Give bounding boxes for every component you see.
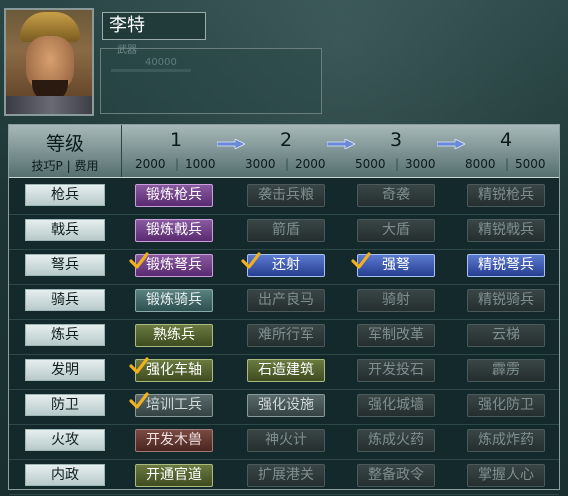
category-button[interactable]: 戟兵 bbox=[25, 219, 105, 241]
tier-cost: 3000 bbox=[405, 157, 436, 171]
tier-number: 4 bbox=[499, 129, 513, 151]
skill-button[interactable]: 扩展港关 bbox=[247, 464, 325, 487]
tier-number: 1 bbox=[169, 129, 183, 151]
tier-separator: | bbox=[175, 157, 180, 171]
tier-tech-points: 2000 bbox=[135, 157, 166, 171]
stats-panel: 武器 40000 bbox=[100, 45, 322, 114]
skill-button[interactable]: 精锐枪兵 bbox=[467, 184, 545, 207]
skill-button[interactable]: 石造建筑 bbox=[247, 359, 325, 382]
skill-button[interactable]: 大盾 bbox=[357, 219, 435, 242]
tech-row: 发明 强化车轴 石造建筑 开发投石 霹雳 bbox=[9, 354, 559, 390]
character-portrait bbox=[4, 8, 94, 116]
checkmark-icon bbox=[351, 252, 371, 269]
category-button[interactable]: 内政 bbox=[25, 464, 105, 486]
skill-button[interactable]: 强化设施 bbox=[247, 394, 325, 417]
tech-table: 等级 技巧P | 费用 1 2000 | 1000 2 3000 | 2000 3 5000 | 30… bbox=[8, 124, 560, 495]
tier-separator: | bbox=[395, 157, 400, 171]
skill-button[interactable]: 开通官道 bbox=[135, 464, 213, 487]
tech-row: 防卫 培训工兵 强化设施 强化城墙 强化防卫 bbox=[9, 389, 559, 425]
category-button[interactable]: 枪兵 bbox=[25, 184, 105, 206]
tech-row: 弩兵 锻炼弩兵 还射 强弩 精锐弩兵 bbox=[9, 249, 559, 285]
skill-button[interactable]: 强化城墙 bbox=[357, 394, 435, 417]
stats-bar bbox=[111, 69, 191, 72]
character-name: 李特 bbox=[102, 12, 206, 40]
tier-header-3: 3 5000 | 3000 bbox=[341, 125, 451, 177]
level-label: 等级 bbox=[45, 133, 84, 155]
category-button[interactable]: 炼兵 bbox=[25, 324, 105, 346]
tier-number: 2 bbox=[279, 129, 293, 151]
tier-header-4: 4 8000 | 5000 bbox=[451, 125, 561, 177]
skill-button[interactable]: 炼成炸药 bbox=[467, 429, 545, 452]
category-button[interactable]: 弩兵 bbox=[25, 254, 105, 276]
skill-button[interactable]: 掌握人心 bbox=[467, 464, 545, 487]
skill-button[interactable]: 袭击兵粮 bbox=[247, 184, 325, 207]
stats-value: 40000 bbox=[145, 57, 177, 68]
skill-button[interactable]: 骑射 bbox=[357, 289, 435, 312]
skill-button[interactable]: 开发投石 bbox=[357, 359, 435, 382]
skill-button[interactable]: 云梯 bbox=[467, 324, 545, 347]
category-button[interactable]: 骑兵 bbox=[25, 289, 105, 311]
checkmark-icon bbox=[129, 252, 149, 269]
tech-row: 枪兵 锻炼枪兵 袭击兵粮 奇袭 精锐枪兵 bbox=[9, 179, 559, 215]
skill-button[interactable]: 箭盾 bbox=[247, 219, 325, 242]
tier-cost: 1000 bbox=[185, 157, 216, 171]
skill-button[interactable]: 熟练兵 bbox=[135, 324, 213, 347]
category-button[interactable]: 防卫 bbox=[25, 394, 105, 416]
skill-button[interactable]: 神火计 bbox=[247, 429, 325, 452]
tech-row: 戟兵 锻炼戟兵 箭盾 大盾 精锐戟兵 bbox=[9, 214, 559, 250]
skill-button[interactable]: 精锐弩兵 bbox=[467, 254, 545, 277]
skill-button[interactable]: 军制改革 bbox=[357, 324, 435, 347]
skill-button[interactable]: 精锐骑兵 bbox=[467, 289, 545, 312]
tier-number: 3 bbox=[389, 129, 403, 151]
skill-button[interactable]: 炼成火药 bbox=[357, 429, 435, 452]
category-button[interactable]: 发明 bbox=[25, 359, 105, 381]
tier-header-1: 1 2000 | 1000 bbox=[121, 125, 231, 177]
checkmark-icon bbox=[129, 357, 149, 374]
tier-separator: | bbox=[505, 157, 510, 171]
skill-button[interactable]: 锻炼戟兵 bbox=[135, 219, 213, 242]
category-button[interactable]: 火攻 bbox=[25, 429, 105, 451]
tech-row: 火攻 开发木兽 神火计 炼成火药 炼成炸药 bbox=[9, 424, 559, 460]
skill-button[interactable]: 出产良马 bbox=[247, 289, 325, 312]
skill-button[interactable]: 奇袭 bbox=[357, 184, 435, 207]
skill-button[interactable]: 难所行军 bbox=[247, 324, 325, 347]
skill-button[interactable]: 锻炼骑兵 bbox=[135, 289, 213, 312]
header-left: 等级 技巧P | 费用 bbox=[9, 125, 122, 177]
skill-button[interactable]: 开发木兽 bbox=[135, 429, 213, 452]
tier-tech-points: 5000 bbox=[355, 157, 386, 171]
tier-cost: 2000 bbox=[295, 157, 326, 171]
stats-label: 武器 bbox=[117, 45, 137, 56]
skill-button[interactable]: 强化防卫 bbox=[467, 394, 545, 417]
skill-button[interactable]: 霹雳 bbox=[467, 359, 545, 382]
tier-tech-points: 8000 bbox=[465, 157, 496, 171]
tier-header-2: 2 3000 | 2000 bbox=[231, 125, 341, 177]
tech-cost-label: 技巧P | 费用 bbox=[31, 159, 99, 173]
tech-table-header: 等级 技巧P | 费用 1 2000 | 1000 2 3000 | 2000 3 5000 | 30… bbox=[9, 125, 559, 178]
skill-button[interactable]: 整备政令 bbox=[357, 464, 435, 487]
skill-button[interactable]: 锻炼枪兵 bbox=[135, 184, 213, 207]
tier-separator: | bbox=[285, 157, 290, 171]
tech-row: 炼兵 熟练兵 难所行军 军制改革 云梯 bbox=[9, 319, 559, 355]
tech-row: 骑兵 锻炼骑兵 出产良马 骑射 精锐骑兵 bbox=[9, 284, 559, 320]
tier-tech-points: 3000 bbox=[245, 157, 276, 171]
tier-cost: 5000 bbox=[515, 157, 546, 171]
checkmark-icon bbox=[129, 392, 149, 409]
portrait-armor bbox=[6, 96, 92, 114]
tech-row: 内政 开通官道 扩展港关 整备政令 掌握人心 bbox=[9, 459, 559, 495]
skill-button[interactable]: 精锐戟兵 bbox=[467, 219, 545, 242]
checkmark-icon bbox=[241, 252, 261, 269]
